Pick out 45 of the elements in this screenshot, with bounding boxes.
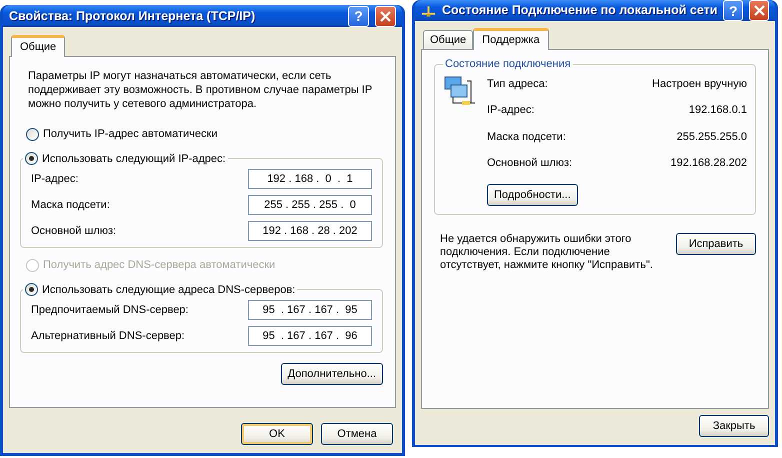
tab[interactable]: Поддержка (473, 28, 549, 50)
dialog-button[interactable]: Отмена (321, 423, 393, 445)
ip-address-field[interactable]: 95 . 167 . 167 . 96 (248, 326, 372, 346)
field-label: Основной шлюз: (31, 224, 116, 239)
close-dialog-button[interactable]: Закрыть (699, 415, 769, 437)
close-button[interactable] (375, 6, 396, 26)
repair-button[interactable]: Исправить (676, 232, 756, 255)
description-text: Параметры IP могут назначаться автоматически, если сеть поддерживает эту возможность. В противном случае параметры IP можно получить у сетевого администратора. (27, 69, 373, 111)
radio-label: Получить IP-адрес автоматически (43, 127, 218, 142)
help-button[interactable]: ? (723, 0, 744, 21)
ip-address-field[interactable]: 255 . 255 . 255 . 0 (248, 195, 372, 215)
ip-address-field[interactable]: 95 . 167 . 167 . 95 (248, 300, 372, 320)
network-plug-icon (421, 4, 436, 18)
advanced-button[interactable]: Дополнительно... (280, 363, 383, 385)
radio-button[interactable] (25, 152, 38, 166)
group-title: Состояние подключения (444, 57, 572, 72)
message-text: Не удается обнаружить ошибки этого подключения. Если подключение отсутствует, нажмите кнопку "Исправить". (440, 232, 654, 272)
window-title: Свойства: Протокол Интернета (TCP/IP) (9, 8, 256, 25)
radio-button[interactable] (25, 283, 38, 296)
close-button[interactable] (749, 0, 770, 21)
tab[interactable]: Общие (423, 30, 474, 49)
radio-button[interactable] (26, 128, 39, 141)
field-label: IP-адрес: (31, 172, 78, 187)
field-label: Альтернативный DNS-сервер: (31, 328, 185, 344)
info-label: IP-адрес: (487, 103, 534, 118)
ip-address-field[interactable]: 192 . 168 . 0 . 1 (248, 169, 372, 189)
close-icon (380, 10, 391, 22)
ip-address-field[interactable]: 192 . 168 . 28 . 202 (248, 221, 372, 241)
field-label: Предпочитаемый DNS-сервер: (31, 302, 188, 318)
field-label: Маска подсети: (31, 198, 110, 213)
info-label: Тип адреса: (487, 76, 548, 92)
info-value: 255.255.255.0 (676, 130, 747, 144)
info-value: 192.168.0.1 (688, 103, 747, 118)
details-button[interactable]: Подробности... (487, 184, 578, 206)
tab[interactable]: Общие (11, 35, 66, 57)
radio-label: Получить адрес DNS-сервера автоматически (43, 258, 276, 273)
radio-label: Использовать следующие адреса DNS-серверов: (42, 282, 296, 298)
window-title: Состояние Подключение по локальной сети (442, 2, 718, 20)
info-label: Основной шлюз: (487, 156, 572, 171)
dialog-button[interactable]: OK (241, 423, 313, 445)
info-label: Маска подсети: (487, 130, 566, 144)
radio-label: Использовать следующий IP-адрес: (42, 152, 226, 166)
info-value: 192.168.28.202 (670, 156, 747, 171)
close-icon (754, 5, 765, 16)
info-value: Настроен вручную (652, 76, 747, 92)
